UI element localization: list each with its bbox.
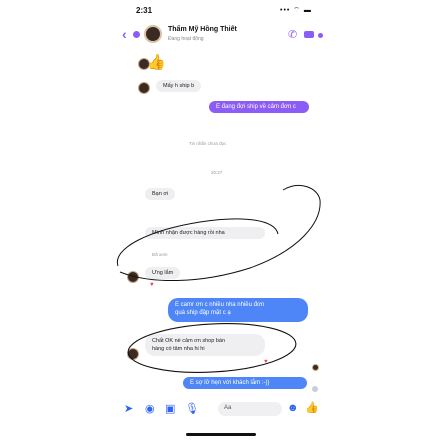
message-line: hàng có tâm nha hi hi [152,346,205,352]
message-input[interactable]: Aa [218,402,282,416]
microphone-icon[interactable]: 🎙 [185,402,199,415]
send-arrow-icon[interactable]: ➤ [124,402,133,415]
emoji-icon[interactable]: ☻ [287,402,299,414]
annotation-circle [116,218,279,267]
message-received[interactable]: Mấy h ship b [156,80,202,92]
message-received[interactable]: Chất OK nè cảm ơn shop bán hàng có tâm n… [145,334,265,356]
timestamp: 20:27 [211,170,223,175]
status-time: 2:31 [136,6,153,15]
message-sent[interactable]: E đang đợi ship về cảm đơn c [209,101,309,113]
camera-icon[interactable]: ◉ [145,402,155,415]
message-line: E camr ơn c nhiều nha nhiều đơn [175,302,265,308]
message-line: quá ship đập mặt c ạ [175,310,231,316]
video-call-icon[interactable] [304,31,314,38]
status-bar [0,0,443,20]
avatar[interactable] [144,25,162,43]
image-icon[interactable]: ▣ [165,402,175,415]
message-sent[interactable]: E camr ơn c nhiều nha nhiều đơn quá ship… [168,298,308,322]
like-icon[interactable]: 👍 [305,401,319,414]
seen-label: Đã xem [152,252,168,257]
message-sent[interactable]: E sợ lỡ hẹn với khách lắm :-)) [183,377,307,389]
heart-reaction-icon: ♥ [264,359,268,365]
heart-reaction-icon: ♥ [150,282,154,288]
home-indicator [186,433,256,436]
read-receipt-avatar [312,364,319,371]
message-received[interactable]: Ưng lắm [145,267,181,279]
message-received[interactable]: Mình nhận được hàng rồi nha [145,227,265,239]
message-received[interactable]: Bạn ơi [145,188,176,200]
unread-divider: Tin nhắn chưa đọc [189,141,227,146]
like-icon: 👍 [147,54,166,71]
sent-indicator-icon [312,386,318,392]
avatar [127,348,139,360]
contact-status: Đang hoạt động [168,36,204,42]
info-icon[interactable] [318,33,323,38]
avatar [127,271,139,283]
unread-badge [133,31,140,38]
avatar [138,82,150,94]
back-button[interactable]: ‹ [122,27,127,41]
message-line: Chất OK nè cảm ơn shop bán [152,338,226,344]
contact-name[interactable]: Thẩm Mỹ Hồng Thiết [168,26,237,33]
status-icons: ••• ⌔ ▬ [280,7,312,14]
phone-icon[interactable]: ✆ [288,28,297,41]
